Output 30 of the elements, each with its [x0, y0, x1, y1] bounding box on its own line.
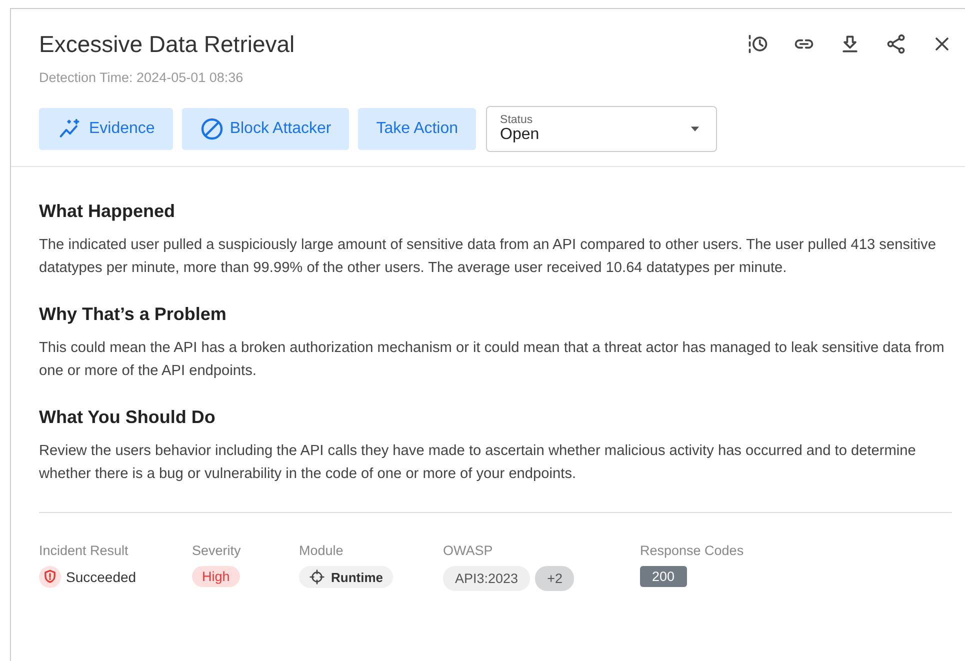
detail-label: Response Codes	[640, 543, 744, 558]
severity-badge: High	[192, 566, 240, 587]
detail-label: Severity	[192, 543, 242, 558]
detection-time: Detection Time: 2024-05-01 08:36	[39, 70, 244, 85]
detail-label: Module	[299, 543, 344, 558]
section-heading: Why That’s a Problem	[39, 304, 228, 325]
section-text: Review the users behavior including the API calls they have made to ascertain whether malicious activity has occurred and to determine whether there is a bug or vulnerability in the code of one or more of your endpoints.	[39, 442, 917, 484]
share-icon[interactable]	[885, 33, 907, 55]
section-heading: What You Should Do	[39, 407, 216, 428]
module-chip: Runtime	[299, 566, 393, 588]
status-label: Status	[500, 114, 534, 126]
incident-result: Succeeded	[66, 569, 136, 585]
history-icon[interactable]	[747, 33, 769, 55]
status-dropdown[interactable]: Status Open	[486, 106, 718, 152]
section-text: This could mean the API has a broken authorization mechanism or it could mean that a threat actor has managed to leak sensitive data from one or more of the API endpoints.	[39, 339, 946, 381]
shield-alert-icon	[39, 566, 61, 588]
owasp-chip: API3:2023	[443, 566, 530, 591]
panel-title: Excessive Data Retrieval	[39, 31, 295, 58]
section-text: The indicated user pulled a suspiciously large amount of sensitive data from an API compared to other users. The user pulled 413 sensitive datatypes per minute, more than 99.99% of the other users. The average user received 10.64 datatypes per minute.	[39, 236, 937, 278]
block-icon	[200, 117, 224, 141]
status-value: Open	[500, 126, 540, 144]
detail-label: Incident Result	[39, 543, 130, 558]
crosshair-icon	[309, 569, 325, 585]
action-button[interactable]: Evidence	[39, 108, 173, 150]
action-button[interactable]: Take Action	[358, 108, 476, 150]
more-count-chip: +2	[535, 566, 574, 591]
action-button[interactable]: Block Attacker	[182, 108, 350, 150]
section-heading: What Happened	[39, 201, 176, 222]
response-code-badge: 200	[640, 566, 687, 587]
detail-label: OWASP	[443, 543, 494, 558]
